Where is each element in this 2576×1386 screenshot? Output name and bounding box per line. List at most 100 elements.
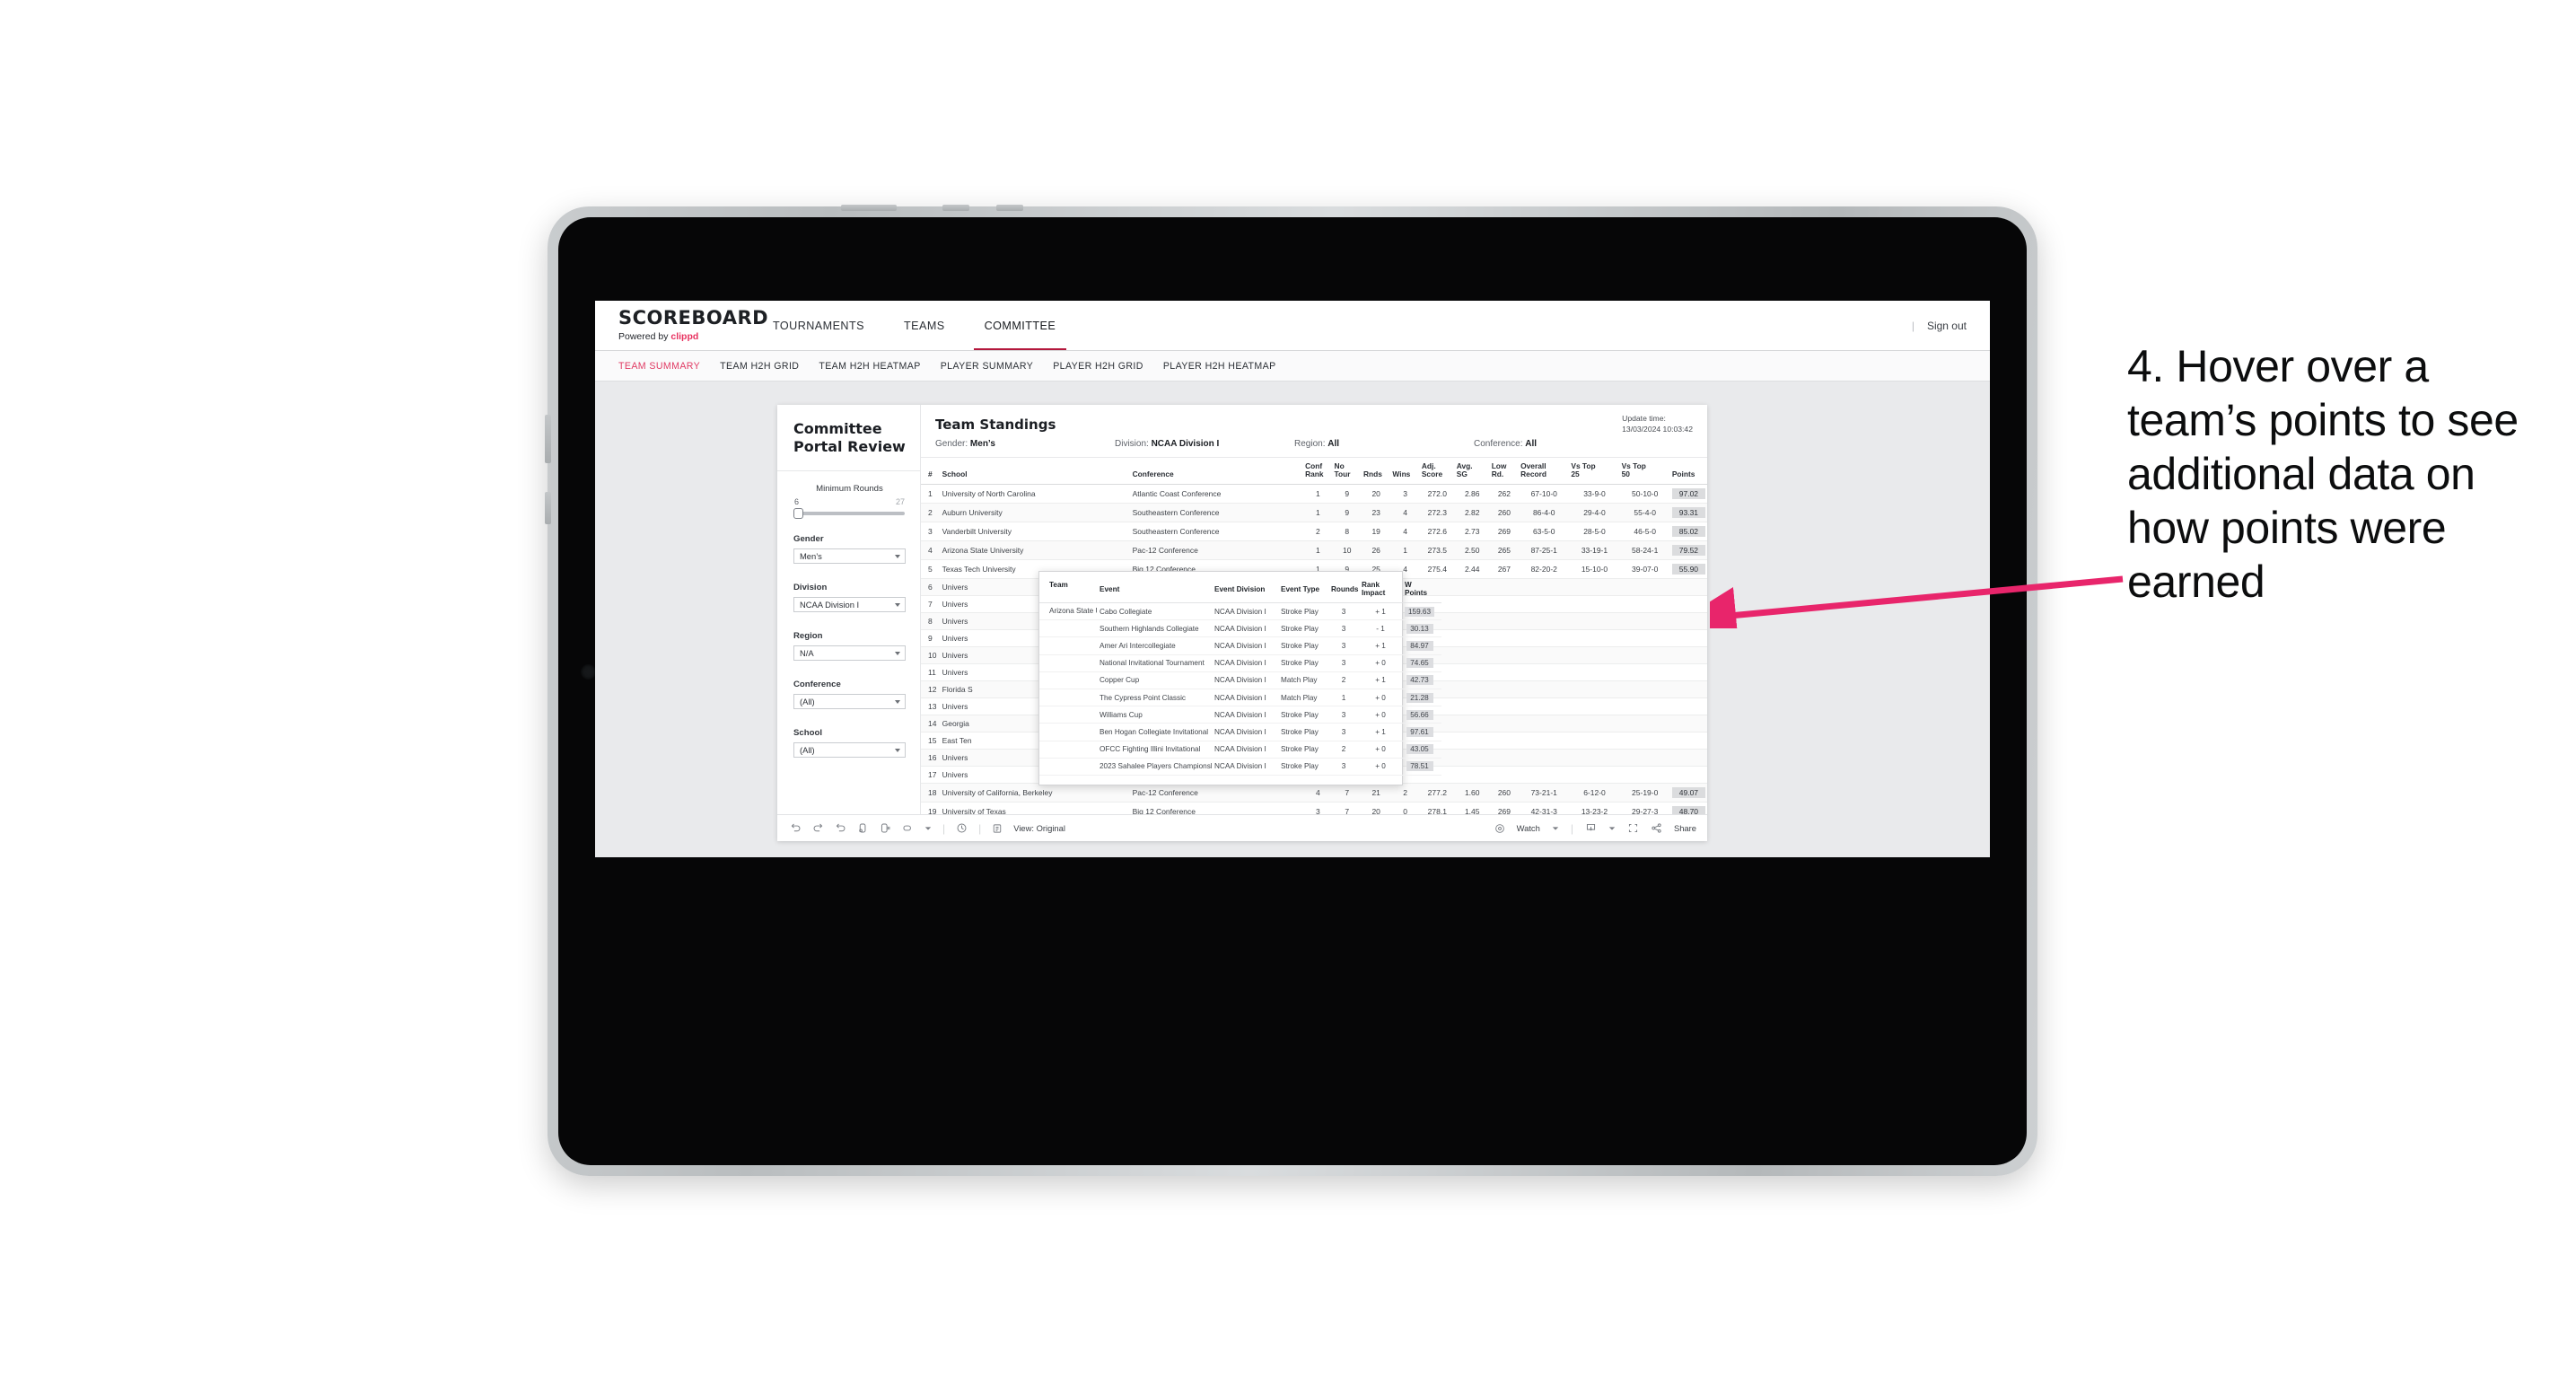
cell-points[interactable]	[1669, 697, 1707, 715]
full-screen-icon[interactable]	[1627, 822, 1639, 834]
share-icon[interactable]	[1651, 822, 1662, 834]
standings-table-wrap: # School Conference Conf Rank No Tour Rnds…	[921, 458, 1707, 814]
cell-points[interactable]: 97.02	[1669, 484, 1707, 504]
region-select[interactable]: N/A	[793, 645, 906, 661]
minimum-rounds-slider-handle[interactable]	[793, 508, 803, 519]
meta-gender-label: Gender:	[935, 439, 968, 449]
cell-overall-record	[1519, 680, 1570, 698]
table-row[interactable]: 4 Arizona State University Pac-12 Conferen…	[921, 540, 1707, 560]
cell-points[interactable]	[1669, 612, 1707, 630]
table-row[interactable]: 1 University of North Carolina Atlantic Co…	[921, 484, 1707, 504]
tooltip-col-event-division: Event Division	[1212, 578, 1278, 603]
tab-player-h2h-heatmap[interactable]: PLAYER H2H HEATMAP	[1163, 361, 1296, 372]
tab-team-h2h-grid[interactable]: TEAM H2H GRID	[720, 361, 819, 372]
toolbar-right-group: Watch | Share	[1494, 822, 1696, 835]
signout-link[interactable]: Sign out	[1927, 320, 1967, 332]
col-school[interactable]: School	[940, 458, 1131, 485]
col-no-tour[interactable]: No Tour	[1332, 458, 1362, 485]
cell-overall-record: 63-5-0	[1519, 522, 1570, 541]
cell-points[interactable]	[1669, 715, 1707, 732]
school-value: (All)	[800, 745, 815, 755]
watch-icon[interactable]	[1494, 823, 1505, 834]
col-points[interactable]: Points	[1669, 458, 1707, 485]
col-wins[interactable]: Wins	[1390, 458, 1420, 485]
division-select[interactable]: NCAA Division I	[793, 597, 906, 612]
cell-overall-record	[1519, 749, 1570, 767]
undo-icon[interactable]	[790, 822, 802, 834]
chevron-down-icon	[895, 554, 900, 558]
col-avg-sg[interactable]: Avg. SG	[1454, 458, 1490, 485]
cell-points[interactable]: 85.02	[1669, 522, 1707, 541]
tab-team-h2h-heatmap[interactable]: TEAM H2H HEATMAP	[819, 361, 940, 372]
col-overall-record[interactable]: Overall Record	[1519, 458, 1570, 485]
col-vs50-l2: 50	[1621, 469, 1630, 479]
cell-points[interactable]	[1669, 629, 1707, 647]
chevron-down-icon[interactable]	[924, 825, 932, 832]
cell-points[interactable]	[1669, 749, 1707, 767]
col-adj-score[interactable]: Adj. Score	[1419, 458, 1455, 485]
cell-points[interactable]	[1669, 578, 1707, 596]
chevron-down-icon[interactable]	[1608, 825, 1616, 832]
conference-select[interactable]: (All)	[793, 694, 906, 709]
gender-select[interactable]: Men’s	[793, 548, 906, 564]
cell-points[interactable]	[1669, 595, 1707, 613]
cell-rank: 15	[921, 732, 941, 750]
download-icon[interactable]	[1585, 822, 1597, 834]
minimum-rounds-slider[interactable]	[793, 508, 905, 519]
view-original-icon[interactable]	[992, 823, 1003, 834]
cell-points[interactable]	[1669, 646, 1707, 664]
cell-points[interactable]	[1669, 766, 1707, 784]
table-row[interactable]: 3 Vanderbilt University Southeastern Confe…	[921, 522, 1707, 541]
cell-points[interactable]: 49.07	[1669, 783, 1707, 803]
filter-sidebar: Committee Portal Review Minimum Rounds 6…	[777, 405, 921, 814]
nav-item-teams[interactable]: TEAMS	[884, 301, 965, 350]
cell-points[interactable]: 48.70	[1669, 802, 1707, 814]
nav-item-tournaments[interactable]: TOURNAMENTS	[753, 301, 884, 350]
col-vs-top-25[interactable]: Vs Top 25	[1569, 458, 1620, 485]
table-row[interactable]: 2 Auburn University Southeastern Conferenc…	[921, 503, 1707, 522]
cell-rnds: 20	[1361, 802, 1391, 814]
cell-points[interactable]: 93.31	[1669, 503, 1707, 522]
school-select[interactable]: (All)	[793, 742, 906, 758]
tab-team-summary[interactable]: TEAM SUMMARY	[618, 361, 720, 372]
col-rnds[interactable]: Rnds	[1361, 458, 1391, 485]
col-conf-rank[interactable]: Conf Rank	[1303, 458, 1333, 485]
tooltip-cell-rank-impact: + 1	[1359, 723, 1402, 741]
cell-points[interactable]	[1669, 680, 1707, 698]
table-row[interactable]: 19 University of Texas Big 12 Conference 3 7…	[921, 802, 1707, 814]
chevron-down-icon	[895, 602, 900, 607]
col-vs-top-50[interactable]: Vs Top 50	[1619, 458, 1670, 485]
col-low-rd[interactable]: Low Rd.	[1489, 458, 1520, 485]
nav-item-committee[interactable]: COMMITTEE	[965, 301, 1076, 350]
cell-conference: Atlantic Coast Conference	[1130, 484, 1304, 504]
col-rank[interactable]: #	[921, 458, 941, 485]
pause-icon[interactable]	[956, 822, 968, 834]
cell-avg-sg: 2.73	[1454, 522, 1490, 541]
brand-logo[interactable]: SCOREBOARD Powered by clippd	[595, 301, 768, 350]
redo-icon[interactable]	[812, 822, 824, 834]
refresh-data-icon[interactable]	[857, 822, 869, 834]
tab-player-h2h-grid[interactable]: PLAYER H2H GRID	[1053, 361, 1163, 372]
tooltip-row: National Invitational Tournament NCAA Div…	[1039, 654, 1441, 672]
share-label[interactable]: Share	[1674, 823, 1696, 833]
tooltip-cell-division: NCAA Division I	[1212, 689, 1278, 707]
filter-conference: Conference (All)	[793, 680, 906, 709]
watch-label[interactable]: Watch	[1517, 823, 1540, 833]
device-camera-icon	[581, 664, 596, 680]
view-original-label[interactable]: View: Original	[1013, 823, 1065, 833]
cell-avg-sg: 1.45	[1454, 802, 1490, 814]
col-points-label: Points	[1671, 469, 1695, 479]
chevron-down-icon[interactable]	[1552, 825, 1559, 832]
pause-auto-updates-icon[interactable]	[880, 822, 891, 834]
tab-player-summary[interactable]: PLAYER SUMMARY	[941, 361, 1054, 372]
col-conference[interactable]: Conference	[1130, 458, 1304, 485]
cell-vs-top-50	[1619, 766, 1670, 784]
cell-points[interactable]: 55.90	[1669, 559, 1707, 579]
cell-points[interactable]	[1669, 732, 1707, 750]
cell-points[interactable]	[1669, 663, 1707, 681]
table-row[interactable]: 18 University of California, Berkeley Pac-…	[921, 783, 1707, 803]
revert-icon[interactable]	[835, 822, 846, 834]
col-vs25-l2: 25	[1571, 469, 1580, 479]
device-layout-icon[interactable]	[902, 822, 914, 834]
cell-points[interactable]: 79.52	[1669, 540, 1707, 560]
